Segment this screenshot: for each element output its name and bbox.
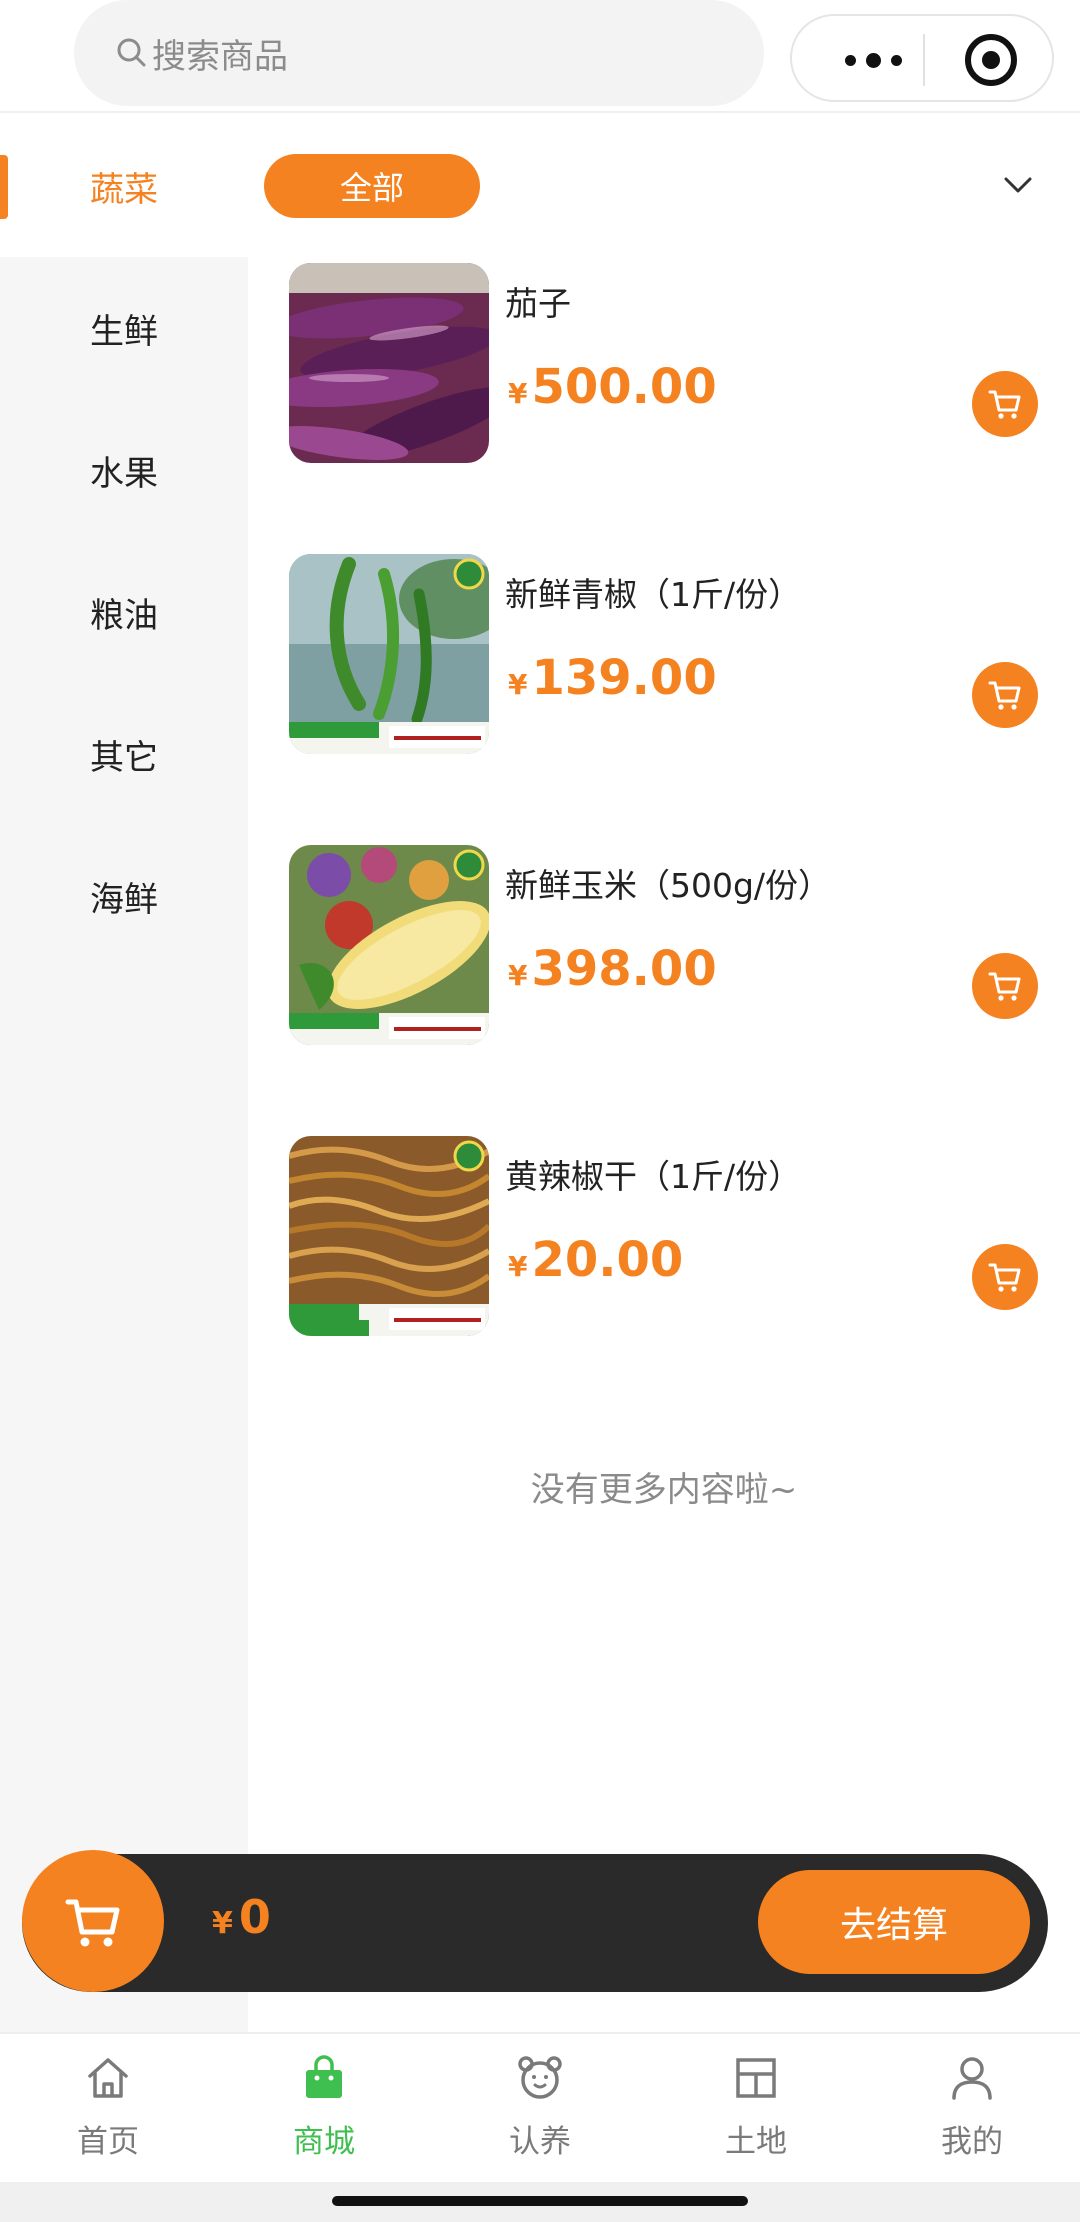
- home-indicator[interactable]: [332, 2196, 748, 2206]
- product-price: ¥139.00: [508, 650, 717, 706]
- bear-icon: [518, 2056, 562, 2099]
- sidebar-item-label: 海鲜: [90, 879, 158, 920]
- sidebar-item-vegetables[interactable]: 蔬菜: [0, 115, 248, 257]
- product-name: 新鲜青椒（1斤/份）: [505, 575, 802, 614]
- product-price: ¥398.00: [508, 941, 717, 997]
- product-name: 黄辣椒干（1斤/份）: [505, 1157, 802, 1196]
- active-indicator: [0, 155, 8, 219]
- eggplant-image: [289, 263, 489, 463]
- tab-shop[interactable]: 商城: [216, 2034, 432, 2184]
- user-icon: [952, 2057, 992, 2100]
- filter-chip-all[interactable]: 全部: [264, 154, 480, 218]
- cart-total: ¥0: [212, 1890, 271, 1944]
- capsule-divider: [923, 34, 925, 86]
- tab-label: 认养: [509, 2124, 571, 2160]
- tab-home[interactable]: 首页: [0, 2034, 216, 2184]
- sidebar-item-label: 粮油: [90, 595, 158, 636]
- cart-icon: [988, 972, 1021, 1001]
- cart-icon: [988, 681, 1021, 710]
- sidebar-item-label: 水果: [90, 453, 158, 494]
- shop-bag-icon: [306, 2055, 342, 2098]
- sidebar-item-grain-oil[interactable]: 粮油: [0, 541, 248, 683]
- add-to-cart-button[interactable]: [972, 371, 1038, 437]
- product-name: 新鲜玉米（500g/份）: [505, 866, 832, 905]
- add-to-cart-button[interactable]: [972, 953, 1038, 1019]
- product-item[interactable]: 黄辣椒干（1斤/份） ¥20.00: [248, 1130, 1080, 1350]
- home-icon: [88, 2058, 128, 2098]
- category-sidebar: 蔬菜 生鲜 水果 粮油 其它 海鲜: [0, 115, 248, 2033]
- product-item[interactable]: 茄子 ¥500.00: [248, 257, 1080, 477]
- tab-label: 首页: [77, 2124, 139, 2160]
- tab-label: 土地: [725, 2124, 787, 2160]
- sidebar-item-label: 生鲜: [90, 311, 158, 352]
- tab-label: 商城: [293, 2124, 355, 2160]
- cart-icon: [65, 1899, 120, 1947]
- product-price: ¥20.00: [508, 1232, 684, 1288]
- tab-land[interactable]: 土地: [648, 2034, 864, 2184]
- close-miniprogram-icon[interactable]: [965, 34, 1017, 86]
- add-to-cart-button[interactable]: [972, 662, 1038, 728]
- search-input[interactable]: 搜索商品: [74, 0, 764, 106]
- checkout-button[interactable]: 去结算: [758, 1870, 1030, 1974]
- sidebar-item-label: 蔬菜: [90, 169, 158, 210]
- list-end-message: 没有更多内容啦~: [530, 1470, 798, 1510]
- search-icon: [117, 38, 146, 67]
- cart-icon: [988, 390, 1021, 419]
- sidebar-item-seafood[interactable]: 海鲜: [0, 825, 248, 967]
- subcategory-filter: 全部: [248, 115, 1080, 257]
- product-item[interactable]: 新鲜青椒（1斤/份） ¥139.00: [248, 548, 1080, 768]
- dried-yellow-chili-image: [289, 1136, 489, 1336]
- top-bar: 搜索商品: [0, 0, 1080, 113]
- sidebar-item-label: 其它: [90, 737, 158, 778]
- more-options-button[interactable]: [828, 16, 918, 104]
- miniprogram-capsule: [790, 14, 1054, 102]
- product-item[interactable]: 新鲜玉米（500g/份） ¥398.00: [248, 839, 1080, 1059]
- chevron-down-icon[interactable]: [1000, 167, 1036, 203]
- sidebar-item-fruit[interactable]: 水果: [0, 399, 248, 541]
- grid-icon: [736, 2058, 776, 2098]
- tab-label: 我的: [941, 2124, 1003, 2160]
- green-pepper-image: [289, 554, 489, 754]
- tab-mine[interactable]: 我的: [864, 2034, 1080, 2184]
- bottom-tab-bar: 首页 商城 认养 土地 我的: [0, 2032, 1080, 2182]
- tab-adopt[interactable]: 认养: [432, 2034, 648, 2184]
- cart-icon: [988, 1263, 1021, 1292]
- product-name: 茄子: [505, 284, 571, 323]
- search-placeholder: 搜索商品: [152, 36, 288, 77]
- product-price: ¥500.00: [508, 359, 717, 415]
- sidebar-item-other[interactable]: 其它: [0, 683, 248, 825]
- add-to-cart-button[interactable]: [972, 1244, 1038, 1310]
- sidebar-item-fresh[interactable]: 生鲜: [0, 257, 248, 399]
- cart-button[interactable]: [22, 1850, 164, 1992]
- corn-image: [289, 845, 489, 1045]
